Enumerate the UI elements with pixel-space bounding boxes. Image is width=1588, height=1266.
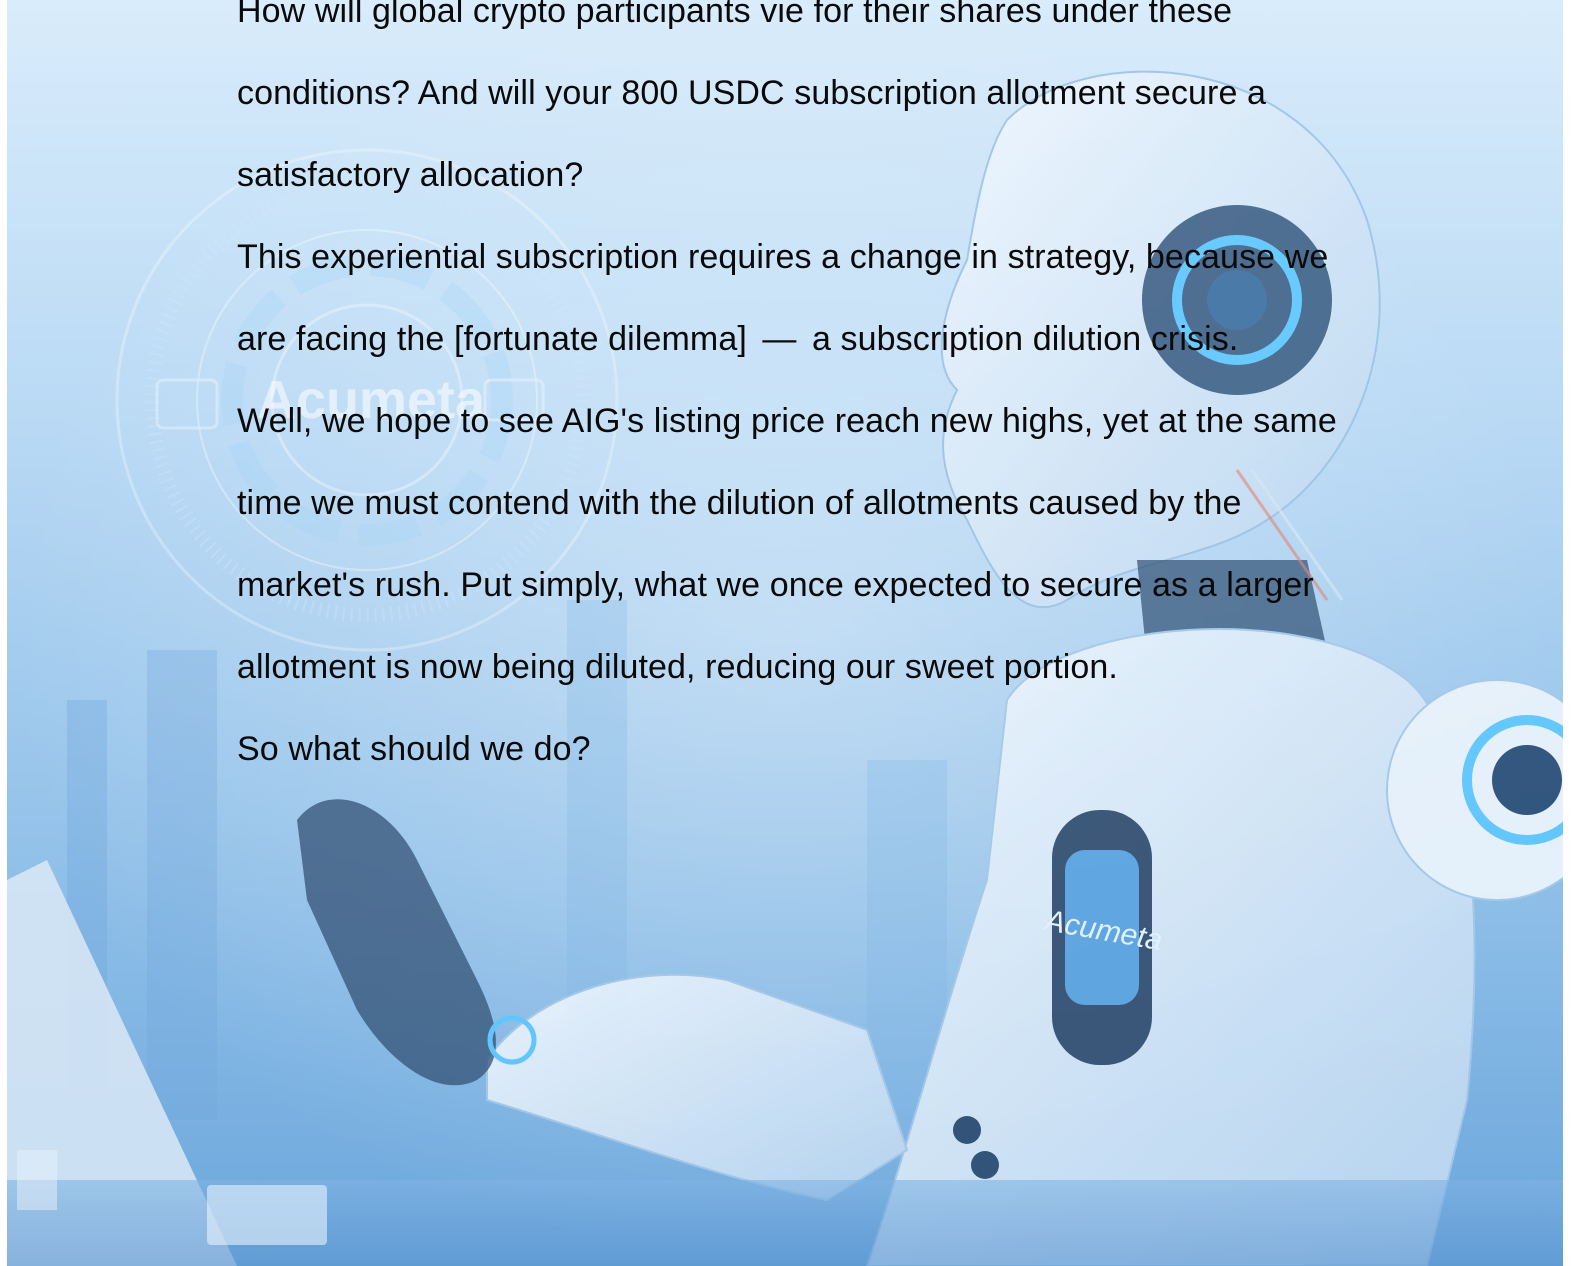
article-body: How will global crypto participants vie …: [237, 0, 1347, 790]
paragraph-dilution-explanation: Well, we hope to see AIG's listing price…: [237, 402, 1337, 686]
paragraph-participants-question: How will global crypto participants vie …: [237, 0, 1267, 194]
em-dash: —: [762, 320, 797, 358]
paragraph-strategy-change: This experiential subscription requires …: [237, 216, 1347, 380]
strategy-text-after-dash: a subscription dilution crisis.: [812, 320, 1239, 358]
document-page: Acumeta Acumeta How will global crypto p…: [7, 0, 1563, 1266]
paragraph-closing-question: So what should we do?: [237, 730, 591, 768]
